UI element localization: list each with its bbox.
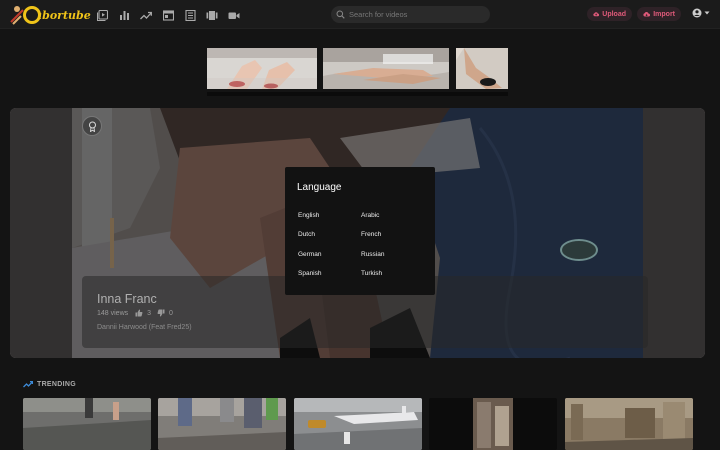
language-option-french[interactable]: French <box>361 231 381 238</box>
award-icon <box>88 121 96 132</box>
dislike-count: 0 <box>169 309 173 317</box>
language-option-arabic[interactable]: Arabic <box>361 212 379 219</box>
language-option-english[interactable]: English <box>298 212 319 219</box>
bar-chart-icon[interactable] <box>113 7 135 23</box>
trending-video-card[interactable] <box>158 398 286 450</box>
logo-text: abortube <box>35 8 91 22</box>
site-logo[interactable]: abortube <box>9 4 91 26</box>
award-badge[interactable] <box>82 116 102 136</box>
strip-thumbnail[interactable] <box>456 48 508 89</box>
trending-heading: TRENDING <box>23 380 76 388</box>
trending-video-card[interactable] <box>294 398 422 450</box>
view-count: 148 views <box>97 309 129 317</box>
top-bar: abortube Upload Import <box>0 0 720 29</box>
hero-video-meta: 148 views 3 0 <box>97 309 173 317</box>
cloud-upload-icon <box>593 12 600 17</box>
upload-button[interactable]: Upload <box>587 7 632 21</box>
language-option-russian[interactable]: Russian <box>361 251 384 258</box>
uploader-avatar[interactable] <box>560 239 598 261</box>
import-label: Import <box>653 10 675 18</box>
thumbnail-image <box>323 48 449 89</box>
search-bar[interactable] <box>331 6 490 23</box>
trending-video-card[interactable] <box>565 398 693 450</box>
caret-down-icon <box>704 11 710 15</box>
trending-icon[interactable] <box>135 7 157 23</box>
thumbs-up-icon[interactable] <box>135 309 143 317</box>
video-thumbnail <box>429 398 557 450</box>
thumbnail-image <box>207 48 317 89</box>
trending-label: TRENDING <box>37 380 76 388</box>
like-count: 3 <box>147 309 152 317</box>
strip-progress-bar <box>207 92 508 96</box>
featured-thumb-strip <box>207 48 508 97</box>
trending-video-card[interactable] <box>429 398 557 450</box>
video-library-icon[interactable] <box>91 7 113 23</box>
video-thumbnail <box>23 398 151 450</box>
upload-label: Upload <box>602 10 626 18</box>
trending-video-card[interactable] <box>23 398 151 450</box>
camera-icon[interactable] <box>223 7 245 23</box>
language-option-dutch[interactable]: Dutch <box>298 231 315 238</box>
video-thumbnail <box>294 398 422 450</box>
language-modal-title: Language <box>297 182 342 193</box>
language-option-german[interactable]: German <box>298 251 321 258</box>
strip-thumbnail[interactable] <box>323 48 449 89</box>
language-option-turkish[interactable]: Turkish <box>361 270 382 277</box>
language-option-spanish[interactable]: Spanish <box>298 270 322 277</box>
account-circle-icon <box>692 8 702 18</box>
playlist-icon[interactable] <box>179 7 201 23</box>
albums-icon[interactable] <box>201 7 223 23</box>
channel-icon[interactable] <box>157 7 179 23</box>
video-thumbnail <box>158 398 286 450</box>
language-modal: Language English Arabic Dutch French Ger… <box>285 167 435 295</box>
strip-thumbnail[interactable] <box>207 48 317 89</box>
thumbnail-image <box>456 48 508 89</box>
search-input[interactable] <box>349 10 479 19</box>
account-menu[interactable] <box>692 8 710 18</box>
trending-icon <box>23 381 33 388</box>
cloud-download-icon <box>643 12 651 17</box>
hero-artist[interactable]: Dannii Harwood (Feat Fred25) <box>97 324 192 331</box>
video-thumbnail <box>565 398 693 450</box>
logo-mark-icon <box>10 6 41 25</box>
search-icon <box>336 10 345 19</box>
import-button[interactable]: Import <box>637 7 681 21</box>
hero-video-title[interactable]: Inna Franc <box>97 292 157 306</box>
thumbs-down-icon[interactable] <box>157 309 165 317</box>
nav-icon-bar <box>91 7 245 23</box>
